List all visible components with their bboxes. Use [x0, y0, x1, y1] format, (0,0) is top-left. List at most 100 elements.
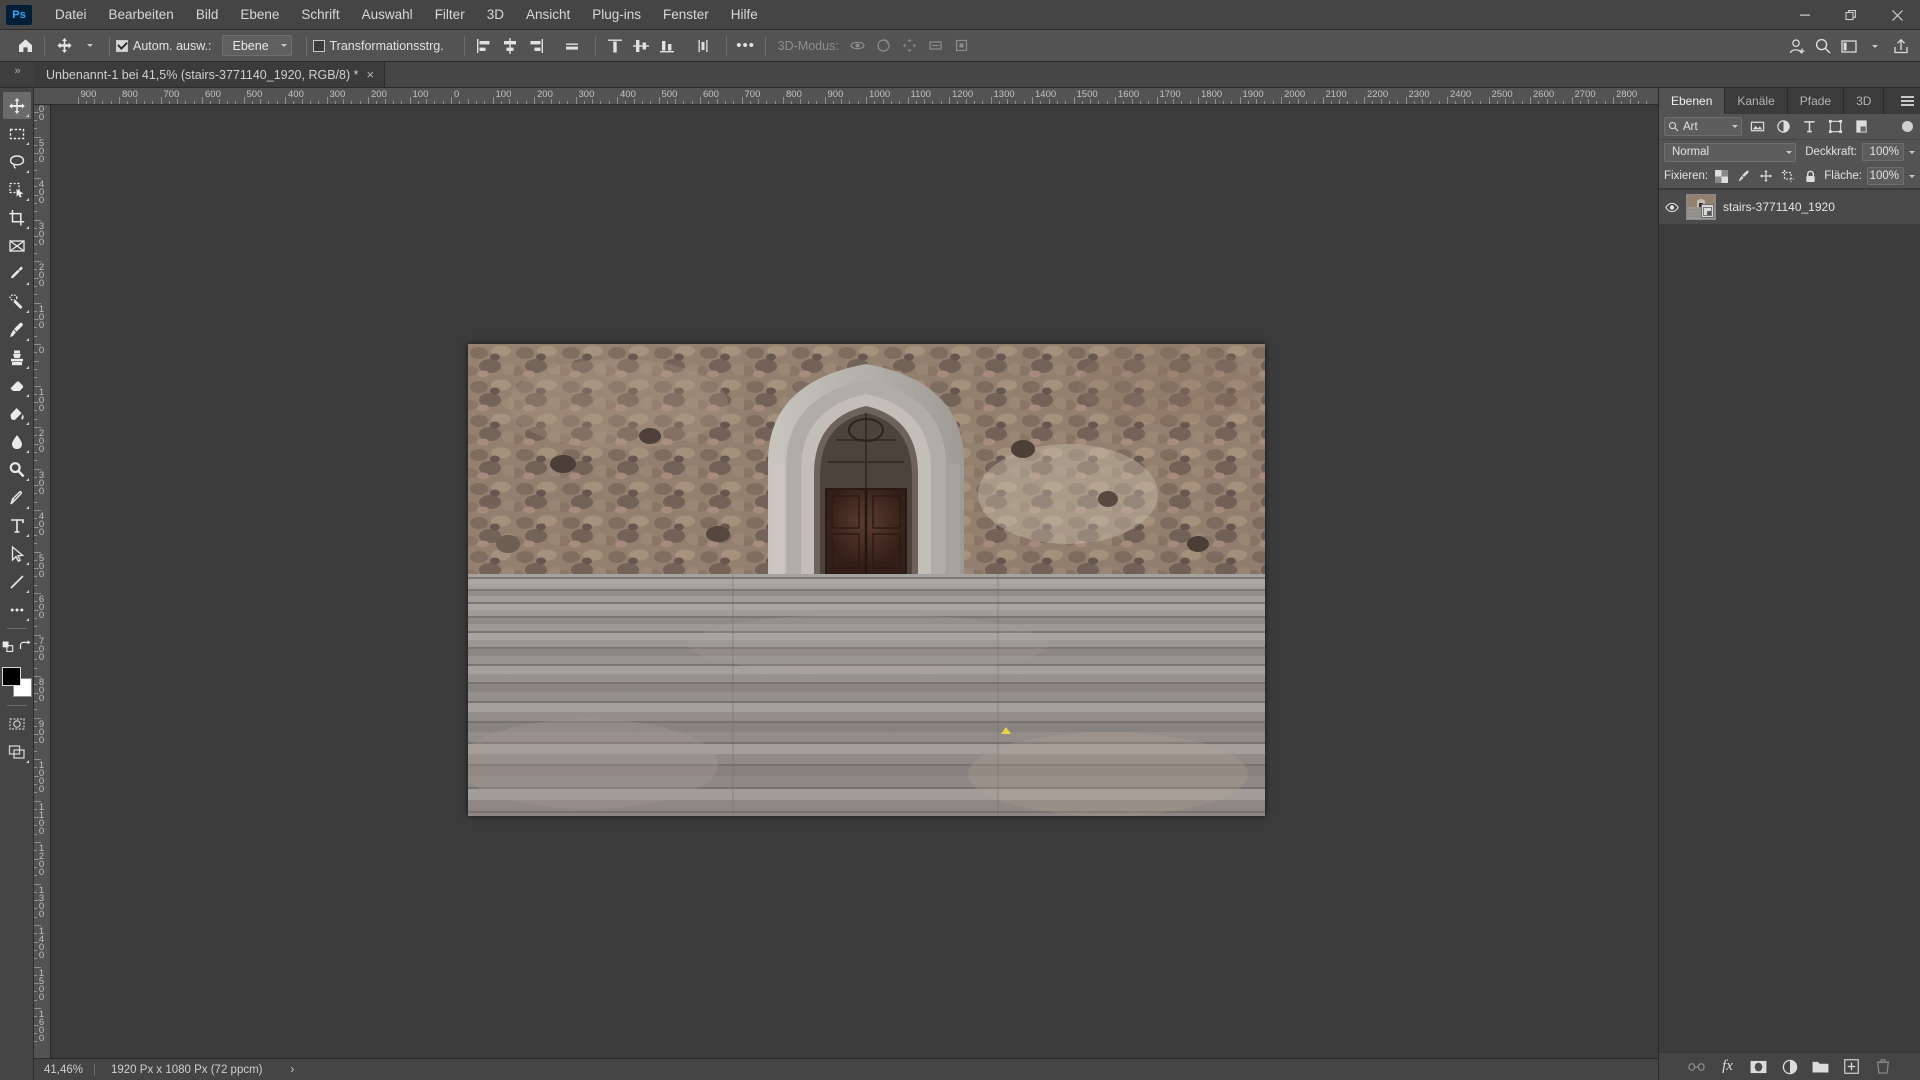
blend-mode-dropdown[interactable]: Normal — [1664, 142, 1797, 162]
path-selection-tool[interactable] — [3, 540, 31, 567]
move-tool-icon[interactable] — [51, 33, 77, 59]
lock-all-icon[interactable] — [1802, 167, 1819, 185]
close-button[interactable] — [1874, 0, 1920, 30]
workspace-icon[interactable] — [1836, 33, 1862, 59]
line-tool[interactable] — [3, 568, 31, 595]
layer-list[interactable]: stairs-3771140_1920 — [1659, 188, 1920, 1052]
opacity-input[interactable]: 100% — [1862, 143, 1904, 161]
menu-item-bild[interactable]: Bild — [185, 3, 230, 26]
align-top-edges-icon[interactable] — [559, 33, 585, 59]
tab-pfade[interactable]: Pfade — [1788, 88, 1845, 114]
frame-tool[interactable] — [3, 232, 31, 259]
distribute-top-edges-icon[interactable] — [602, 33, 628, 59]
menu-item-hilfe[interactable]: Hilfe — [720, 3, 769, 26]
auto-select-checkbox[interactable] — [116, 39, 128, 52]
lock-image-pixels-icon[interactable] — [1735, 167, 1752, 185]
document-dimensions[interactable]: 1920 Px x 1080 Px (72 ppcm) — [95, 1064, 273, 1076]
auto-select-group[interactable]: Autom. ausw.: — [116, 39, 218, 53]
vertical-ruler[interactable]: 8007006005004003002001000100200300400500… — [34, 105, 51, 1058]
pen-tool[interactable] — [3, 484, 31, 511]
layer-thumbnail[interactable] — [1686, 194, 1716, 220]
search-icon[interactable] — [1810, 33, 1836, 59]
move-tool[interactable] — [2, 92, 31, 119]
tab-kanaele[interactable]: Kanäle — [1725, 88, 1788, 114]
document-tab[interactable]: Unbenannt-1 bei 41,5% (stairs-3771140_19… — [34, 62, 386, 87]
minimize-button[interactable] — [1782, 0, 1828, 30]
align-right-edges-icon[interactable] — [523, 33, 549, 59]
horizontal-ruler[interactable]: 900 800 700 600 500 400 300 200 100 0 100 200 300 400… — [34, 88, 1658, 105]
pixel-layer-filter-icon[interactable] — [1746, 117, 1768, 137]
opacity-chevron-icon[interactable] — [1909, 150, 1915, 154]
quick-mask-button[interactable] — [3, 710, 31, 737]
canvas-area[interactable] — [51, 105, 1658, 1058]
document-canvas[interactable] — [468, 344, 1265, 816]
menu-item-ebene[interactable]: Ebene — [229, 3, 290, 26]
rectangular-marquee-tool[interactable] — [3, 120, 31, 147]
home-icon[interactable] — [12, 33, 38, 59]
spot-healing-brush-tool[interactable] — [3, 288, 31, 315]
fill-chevron-icon[interactable] — [1909, 174, 1916, 178]
smart-object-filter-icon[interactable] — [1850, 117, 1872, 137]
menu-item-auswahl[interactable]: Auswahl — [351, 3, 424, 26]
align-left-edges-icon[interactable] — [471, 33, 497, 59]
export-icon[interactable] — [1888, 33, 1914, 59]
lock-position-icon[interactable] — [1758, 167, 1775, 185]
type-layer-filter-icon[interactable] — [1798, 117, 1820, 137]
new-adjustment-layer-icon[interactable] — [1781, 1058, 1799, 1076]
status-expand-icon[interactable]: › — [273, 1064, 305, 1076]
edit-toolbar-tool[interactable] — [3, 596, 31, 623]
lock-transparent-pixels-icon[interactable] — [1713, 167, 1730, 185]
menu-item-fenster[interactable]: Fenster — [652, 3, 720, 26]
fill-input[interactable]: 100% — [1867, 167, 1905, 185]
zoom-level[interactable]: 41,46% — [34, 1064, 94, 1076]
menu-item-datei[interactable]: Datei — [44, 3, 98, 26]
filter-toggle-switch[interactable] — [1902, 121, 1913, 132]
link-layers-icon[interactable] — [1688, 1058, 1706, 1076]
menu-item-filter[interactable]: Filter — [424, 3, 476, 26]
layer-visibility-eye-icon[interactable] — [1665, 202, 1679, 213]
lasso-tool[interactable] — [3, 148, 31, 175]
lock-artboard-nesting-icon[interactable] — [1780, 167, 1797, 185]
layer-style-fx-icon[interactable]: fx — [1719, 1058, 1737, 1076]
more-options-icon[interactable]: ••• — [733, 33, 759, 59]
screen-mode-button[interactable] — [3, 738, 31, 765]
distribute-vertical-centers-icon[interactable] — [628, 33, 654, 59]
transform-controls-checkbox[interactable] — [312, 39, 325, 52]
rotate-view-tool[interactable] — [18, 633, 33, 660]
foreground-color-swatch[interactable] — [1, 667, 21, 686]
dodge-tool[interactable] — [3, 456, 31, 483]
share-user-icon[interactable] — [1784, 33, 1810, 59]
crop-tool[interactable] — [3, 204, 31, 231]
tool-preset-caret-icon[interactable] — [77, 33, 103, 59]
adjustment-layer-filter-icon[interactable] — [1772, 117, 1794, 137]
table-row[interactable]: stairs-3771140_1920 — [1659, 190, 1920, 224]
type-tool[interactable] — [3, 512, 31, 539]
quick-selection-tool[interactable] — [3, 176, 31, 203]
new-layer-icon[interactable] — [1843, 1058, 1861, 1076]
distribute-bottom-edges-icon[interactable] — [654, 33, 680, 59]
blur-tool[interactable] — [3, 428, 31, 455]
auto-select-scope-dropdown[interactable]: Ebene — [221, 35, 292, 56]
layer-filter-kind-dropdown[interactable]: Art — [1664, 117, 1742, 136]
restore-button[interactable] — [1828, 0, 1874, 30]
tab-ebenen[interactable]: Ebenen — [1659, 88, 1726, 114]
color-swatches[interactable] — [1, 667, 32, 697]
close-icon[interactable]: × — [366, 68, 374, 81]
new-group-icon[interactable] — [1812, 1058, 1830, 1076]
panel-menu-button[interactable] — [1894, 88, 1920, 114]
eyedropper-tool[interactable] — [3, 260, 31, 287]
menu-item-ansicht[interactable]: Ansicht — [515, 3, 581, 26]
distribute-horizontal-icon[interactable] — [690, 33, 716, 59]
delete-layer-icon[interactable] — [1874, 1058, 1892, 1076]
align-horizontal-centers-icon[interactable] — [497, 33, 523, 59]
workspace-caret-icon[interactable] — [1862, 33, 1888, 59]
transform-controls-group[interactable]: Transformationsstrg. — [312, 39, 450, 53]
layer-name[interactable]: stairs-3771140_1920 — [1723, 200, 1835, 214]
brush-tool[interactable] — [3, 316, 31, 343]
eraser-tool[interactable] — [3, 372, 31, 399]
tab-3d[interactable]: 3D — [1844, 88, 1885, 114]
collapse-panels-button[interactable]: » — [0, 62, 34, 87]
menu-item-schrift[interactable]: Schrift — [290, 3, 350, 26]
gradient-tool[interactable] — [3, 400, 31, 427]
add-layer-mask-icon[interactable] — [1750, 1058, 1768, 1076]
